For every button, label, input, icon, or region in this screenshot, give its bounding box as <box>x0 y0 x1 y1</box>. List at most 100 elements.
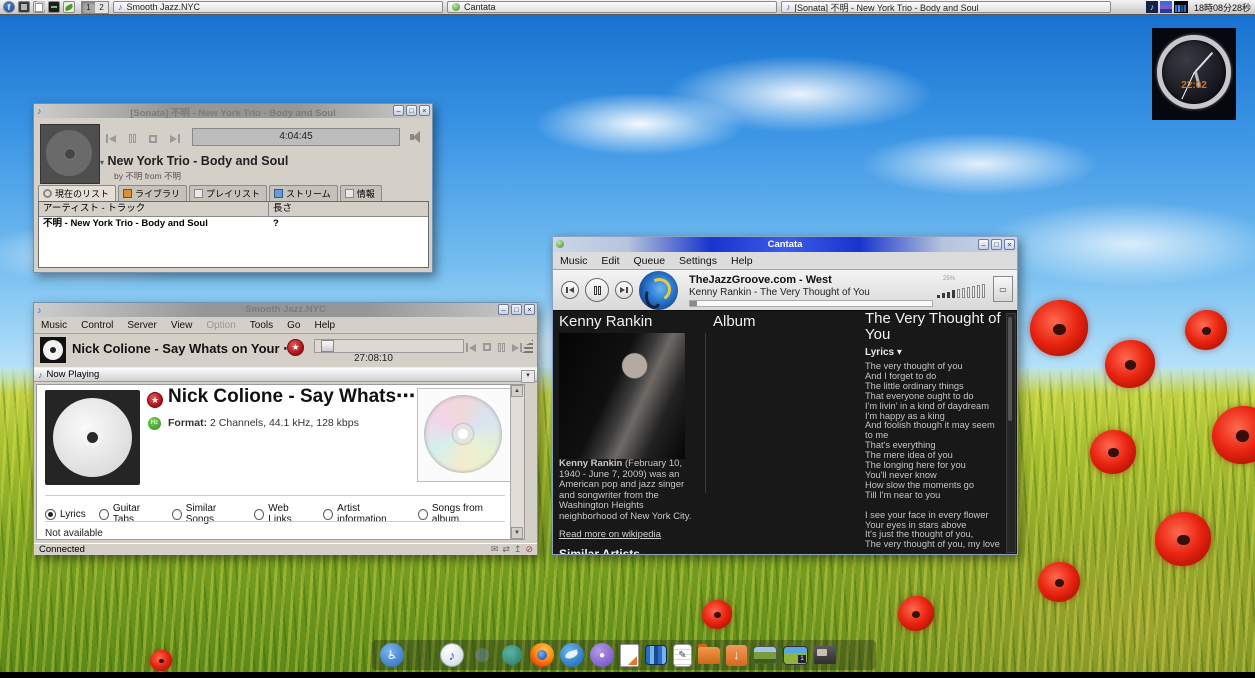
smoothjazz-titlebar[interactable]: ♪ Smooth Jazz.NYC – □ × <box>34 303 537 317</box>
archive-icon[interactable] <box>814 646 836 664</box>
photo-viewer-icon[interactable] <box>753 646 777 664</box>
menu-go[interactable]: Go <box>280 320 307 331</box>
progress-bar[interactable] <box>689 300 933 307</box>
screenshot-icon[interactable]: 1 <box>783 646 808 665</box>
menu-view[interactable]: View <box>164 320 200 331</box>
tab-playlist[interactable]: プレイリスト <box>189 185 267 202</box>
maximize-button[interactable]: □ <box>511 304 522 315</box>
minimize-button[interactable]: – <box>393 105 404 116</box>
volume-bars[interactable] <box>937 282 985 298</box>
music-note-dim-icon[interactable]: ♪ <box>410 643 434 667</box>
disconnect-icon[interactable]: ⊘ <box>525 544 533 555</box>
expander-icon[interactable]: ▾ <box>100 158 104 167</box>
lyrics-text: The very thought of you And I forget to … <box>865 362 1007 554</box>
menu-music[interactable]: Music <box>553 255 594 267</box>
firefox-launcher-icon[interactable]: f <box>3 1 15 13</box>
workspace-2[interactable]: 2 <box>95 2 108 13</box>
stop-button[interactable] <box>483 343 491 351</box>
music-player-icon[interactable]: ♪ <box>440 643 464 667</box>
seek-slider[interactable] <box>314 339 464 353</box>
display-toggle-button[interactable]: ▭ <box>993 276 1013 302</box>
task-sonata[interactable]: ♪ [Sonata] 不明 - New York Trio - Body and… <box>781 1 1111 13</box>
network-icon[interactable]: ⇄ <box>502 544 510 555</box>
stream-app-icon[interactable] <box>500 643 524 667</box>
menu-help[interactable]: Help <box>308 320 343 331</box>
task-cantata[interactable]: Cantata <box>447 1 777 13</box>
pause-button[interactable] <box>129 134 136 143</box>
scrollbar-thumb[interactable] <box>1008 317 1012 421</box>
text-editor-icon[interactable]: ✎ <box>673 644 692 667</box>
pause-button[interactable] <box>585 278 609 302</box>
previous-button[interactable] <box>561 281 579 299</box>
wikipedia-link[interactable]: Read more on wikipedia <box>559 529 661 540</box>
maximize-button[interactable]: □ <box>991 239 1002 250</box>
close-button[interactable]: × <box>524 304 535 315</box>
accessibility-icon[interactable]: ♿ <box>380 643 404 667</box>
sonata-titlebar[interactable]: ♪ [Sonata] 不明 - New York Trio - Body and… <box>34 104 432 118</box>
menu-server[interactable]: Server <box>120 320 163 331</box>
menu-control[interactable]: Control <box>74 320 120 331</box>
now-playing-header[interactable]: ♪ Now Playing ▾ <box>34 367 537 382</box>
files-launcher-icon[interactable] <box>33 1 45 13</box>
menu-edit[interactable]: Edit <box>594 255 626 267</box>
playlist-table: アーティスト - トラック 長さ 不明 - New York Trio - Bo… <box>38 201 429 268</box>
menu-queue[interactable]: Queue <box>627 255 673 267</box>
tab-info[interactable]: 情報 <box>340 185 382 202</box>
tray-music-icon[interactable]: ♪ <box>1146 1 1158 13</box>
progress-bar[interactable]: 4:04:45 <box>192 128 400 146</box>
maximize-button[interactable]: □ <box>406 105 417 116</box>
pause-button[interactable] <box>498 343 505 352</box>
close-button[interactable]: × <box>1004 239 1015 250</box>
column-artist-track[interactable]: アーティスト - トラック <box>39 202 269 216</box>
tray-app-icon[interactable] <box>1160 1 1172 13</box>
previous-button[interactable] <box>106 134 116 143</box>
favorite-star-icon[interactable]: ★ <box>287 339 304 356</box>
scroll-down-button[interactable]: ▼ <box>511 527 523 539</box>
task-smoothjazz[interactable]: ♪ Smooth Jazz.NYC <box>113 1 443 13</box>
close-button[interactable]: × <box>419 105 430 116</box>
menu-settings[interactable]: Settings <box>672 255 724 267</box>
chat-icon[interactable]: ✉ <box>491 544 499 555</box>
table-row[interactable]: 不明 - New York Trio - Body and Soul ? <box>39 217 428 231</box>
lyrics-dropdown[interactable]: Lyrics ▾ <box>865 347 902 358</box>
tray-monitor-icon[interactable] <box>1174 1 1188 13</box>
menu-option[interactable]: Option <box>199 320 242 331</box>
cantata-titlebar[interactable]: Cantata – □ × <box>553 237 1017 252</box>
libreoffice-icon[interactable] <box>620 644 639 667</box>
column-length[interactable]: 長さ <box>269 202 296 216</box>
terminal-launcher-icon[interactable] <box>48 1 60 13</box>
download-icon[interactable]: ↓ <box>726 645 747 666</box>
next-button[interactable] <box>512 343 522 352</box>
upload-icon[interactable]: ↥ <box>514 544 522 555</box>
section-dropdown[interactable]: ▾ <box>521 370 535 383</box>
radio-lyrics[interactable]: Lyrics <box>45 509 86 520</box>
tab-current-list[interactable]: 現在のリスト <box>38 185 116 202</box>
workspace-1[interactable]: 1 <box>82 2 95 13</box>
scroll-up-button[interactable]: ▲ <box>511 385 523 397</box>
tab-stream[interactable]: ストリーム <box>269 185 338 202</box>
screen-bottom-strip <box>0 672 1255 678</box>
midori-launcher-icon[interactable] <box>63 1 75 13</box>
previous-button[interactable] <box>466 343 476 352</box>
menu-help[interactable]: Help <box>724 255 760 267</box>
scrollbar[interactable]: ▲ ▼ <box>510 385 524 539</box>
next-button[interactable] <box>615 281 633 299</box>
stop-button[interactable] <box>149 135 157 143</box>
firefox-icon[interactable] <box>530 643 554 667</box>
menu-tools[interactable]: Tools <box>243 320 280 331</box>
menu-music[interactable]: Music <box>34 320 74 331</box>
dim-app-icon[interactable] <box>470 643 494 667</box>
image-viewer-launcher-icon[interactable] <box>18 1 30 13</box>
music-note-icon: ♪ <box>118 2 123 12</box>
backup-folder-icon[interactable] <box>698 647 720 664</box>
scrollbar[interactable] <box>1006 313 1016 553</box>
pixel-grid-icon[interactable] <box>645 645 667 665</box>
pidgin-icon[interactable]: ● <box>590 643 614 667</box>
tab-library[interactable]: ライブラリ <box>118 185 187 202</box>
minimize-button[interactable]: – <box>498 304 509 315</box>
volume-icon[interactable] <box>410 131 424 143</box>
slider-handle[interactable] <box>321 340 334 352</box>
thunderbird-icon[interactable] <box>560 643 584 667</box>
next-button[interactable] <box>170 134 180 143</box>
minimize-button[interactable]: – <box>978 239 989 250</box>
